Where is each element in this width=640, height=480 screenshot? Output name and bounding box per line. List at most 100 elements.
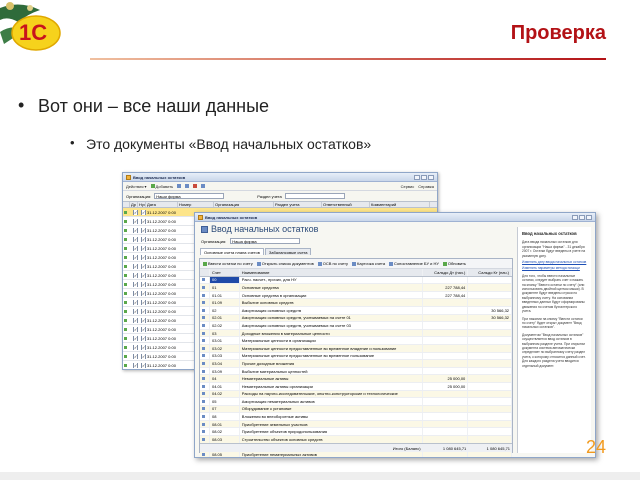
maximize-icon[interactable] [579, 214, 585, 220]
account-row[interactable]: 04.01 Нематериальные активы организации 25… [200, 382, 513, 391]
change-date-link[interactable]: Изменить дату ввода начальных остатков [522, 260, 587, 264]
debit-balance [423, 420, 469, 428]
compare-button[interactable]: Сопоставление БУ и НУ [389, 261, 439, 266]
account-code: 03.01 [210, 337, 240, 344]
debit-balance [423, 344, 469, 352]
account-row[interactable]: 02.02 Амортизация основных средств, учиты… [200, 322, 513, 330]
close-icon[interactable] [428, 174, 434, 180]
account-row[interactable]: 03 Доходные вложения в материальные ценно… [200, 329, 513, 338]
account-icon [200, 276, 210, 284]
account-row[interactable]: 00 Расч. насчет., прочих, для НУ [200, 276, 513, 285]
debit-balance [423, 398, 469, 405]
initial-balances-window[interactable]: Ввод начальных остатков Ввод начальных о… [194, 212, 596, 458]
help-title: Ввод начальных остатков [522, 231, 577, 236]
debit-balance [423, 329, 469, 337]
journal-filter-row: Организация: Наши фирма Раздел учета [123, 191, 437, 201]
doc-status-icon [123, 291, 130, 296]
doc-date: 31.12.2007 0:00 [147, 353, 176, 359]
balances-icon [201, 225, 208, 233]
account-name: Прочие доходные вложения [240, 360, 423, 367]
bullet-sub: Это документы «Ввод начальных остатков» [70, 135, 371, 152]
tab-main-accounts[interactable]: Основные счета плана счетов [200, 248, 264, 255]
org-filter-field[interactable]: Наши фирма [154, 193, 225, 199]
window-titlebar[interactable]: Ввод начальных остатков [195, 213, 595, 222]
account-name: Расч. насчет., прочих, для НУ [240, 276, 423, 284]
window-titlebar[interactable]: Ввод начальных остатков [123, 173, 437, 182]
add-button[interactable]: Добавить [150, 184, 173, 189]
minimize-icon[interactable] [414, 174, 420, 180]
close-icon[interactable] [586, 214, 592, 220]
osv-button[interactable]: ОСВ по счету [317, 261, 348, 266]
account-code: 02 [210, 306, 240, 314]
total-debit: 1 080 645,71 [442, 445, 467, 451]
open-documents-button[interactable]: Открыть список документов [256, 261, 314, 266]
account-code: 02.02 [210, 322, 240, 329]
credit-balance [468, 284, 513, 291]
account-row[interactable]: 07 Оборудование к установке [200, 405, 513, 414]
account-row[interactable]: 02.01 Амортизация основных средств, учиты… [200, 314, 513, 323]
change-params-link[interactable]: Изменить параметры метода помощи [522, 266, 587, 270]
account-icon [200, 375, 210, 382]
account-row[interactable]: 05 Амортизация нематериальных активов [200, 398, 513, 406]
account-row[interactable]: 04 Нематериальные активы 25 000,00 [200, 375, 513, 383]
account-icon [200, 306, 210, 314]
account-row[interactable]: 03.04 Прочие доходные вложения [200, 360, 513, 368]
debit-balance [423, 390, 469, 398]
account-row[interactable]: 03.09 Выбытие материальных ценностей [200, 367, 513, 376]
credit-balance [468, 291, 513, 299]
account-name: Нематериальные активы [240, 375, 423, 382]
account-row[interactable]: 03.03 Материальные ценности предоставленн… [200, 352, 513, 361]
doc-date: 31.12.2007 0:00 [147, 326, 176, 332]
account-card-button[interactable]: Карточка счета [352, 261, 385, 266]
journal-grid-header: Др Нуз Дата Номер Организация Раздел уче… [123, 201, 437, 208]
actions-menu[interactable]: Действия ▾ [126, 184, 147, 189]
form-heading-text: Ввод начальных остатков [211, 224, 319, 234]
delete-icon[interactable] [193, 184, 198, 188]
debit-balance [423, 367, 469, 375]
maximize-icon[interactable] [421, 174, 427, 180]
debit-balance: 25 000,00 [423, 375, 469, 382]
account-row[interactable]: 01.09 Выбытие основных средств [200, 299, 513, 307]
account-code: 03 [210, 329, 240, 337]
account-code: 05 [210, 398, 240, 405]
account-icon [200, 398, 210, 405]
credit-balance [468, 390, 513, 398]
service-menu[interactable]: Сервис [401, 184, 415, 189]
account-code: 03.03 [210, 352, 240, 360]
doc-date: 31.12.2007 0:00 [147, 308, 176, 314]
account-icon [200, 413, 210, 420]
doc-status-icon [123, 264, 130, 269]
filter-icon[interactable] [201, 184, 206, 188]
window-controls [414, 174, 434, 180]
refresh-button[interactable]: Обновить [442, 261, 466, 266]
debit-balance [423, 413, 469, 420]
copy-icon[interactable] [177, 184, 182, 188]
account-row[interactable]: 08 Вложения во внеоборотные активы [200, 413, 513, 421]
account-row[interactable]: 01.01 Основные средства в организации 227 … [200, 291, 513, 300]
account-icon [200, 436, 210, 443]
help-menu[interactable]: Справка [418, 184, 434, 189]
doc-status-icon [123, 282, 130, 287]
account-name: Амортизация основных средств, учитываемы… [240, 322, 423, 329]
org-field[interactable]: Наша фирма [230, 238, 301, 244]
account-row[interactable]: 08.01 Приобретение земельных участков [200, 420, 513, 429]
tab-offbalance-accounts[interactable]: Забалансовые счета [264, 248, 312, 255]
minimize-icon[interactable] [572, 214, 578, 220]
account-row[interactable]: 02 Амортизация основных средств 30 566,32 [200, 306, 513, 315]
credit-balance [468, 451, 513, 457]
doc-date: 31.12.2007 0:00 [147, 263, 176, 269]
account-row[interactable]: 03.01 Материальные ценности в организации [200, 337, 513, 345]
account-row[interactable]: 01 Основные средства 227 788,44 [200, 284, 513, 292]
account-row[interactable]: 08.02 Приобретение объектов природопользо… [200, 428, 513, 437]
section-filter-field[interactable] [284, 193, 345, 199]
doc-status-icon [123, 345, 130, 350]
account-row[interactable]: 08.05 Приобретение нематериальных активов [200, 451, 513, 457]
account-row[interactable]: 04.02 Расходы на научно-исследовательские… [200, 390, 513, 399]
account-icon [200, 390, 210, 398]
enter-balances-button[interactable]: Ввести остатки по счету [203, 261, 253, 266]
edit-icon[interactable] [185, 184, 190, 188]
account-icon [200, 360, 210, 367]
debit-balance [423, 451, 469, 457]
credit-balance [468, 405, 513, 413]
account-row[interactable]: 03.02 Материальные ценности предоставленн… [200, 344, 513, 353]
